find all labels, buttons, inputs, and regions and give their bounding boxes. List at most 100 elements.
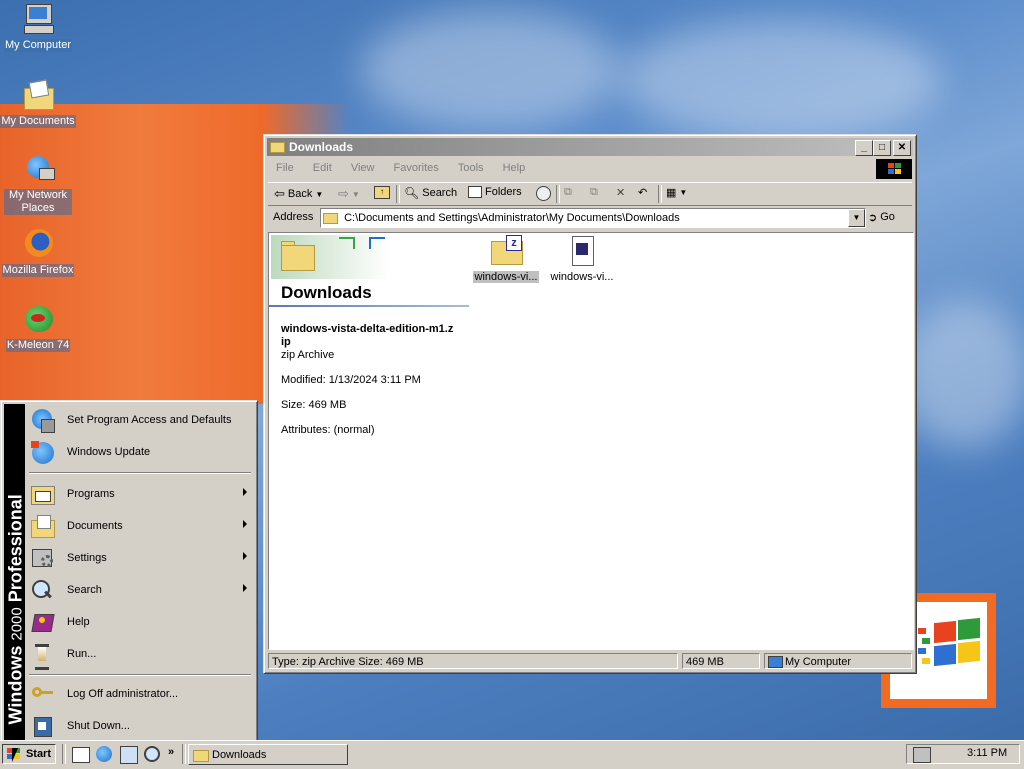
start-button[interactable]: Start: [2, 744, 56, 764]
taskbar-separator: [182, 744, 186, 764]
go-arrow-icon: ➲: [868, 211, 878, 224]
internet-explorer-icon[interactable]: [96, 746, 112, 762]
desktop-icon-my-documents[interactable]: My Documents: [0, 78, 76, 128]
file-item-2[interactable]: windows-vi...: [545, 235, 619, 287]
menu-item-documents[interactable]: Documents: [29, 511, 253, 541]
details-file-type: zip Archive: [281, 349, 335, 361]
folder-content-area[interactable]: Downloads windows-vista-delta-edition-m1…: [268, 232, 914, 650]
desktop-icon-my-network-places[interactable]: My Network Places: [0, 152, 76, 215]
explorer-window[interactable]: Downloads _ □ ✕ File Edit View Favorites…: [263, 134, 917, 674]
move-to-button[interactable]: ⧉: [564, 186, 572, 199]
folder-icon: [270, 140, 285, 153]
menu-help[interactable]: Help: [495, 160, 534, 176]
go-button[interactable]: ➲ Go: [868, 208, 908, 226]
start-label: Start: [25, 748, 51, 760]
menu-item-label: Documents: [67, 520, 123, 532]
folder-banner: Downloads: [269, 233, 469, 307]
address-dropdown-button[interactable]: ▼: [848, 209, 865, 227]
menu-item-help[interactable]: Help: [29, 607, 253, 637]
safely-remove-hardware-icon[interactable]: [913, 747, 931, 763]
search-icon: [29, 577, 55, 603]
menu-item-search[interactable]: Search: [29, 575, 253, 605]
show-desktop-icon[interactable]: [72, 747, 90, 763]
search-button[interactable]: 🔍︎ Search: [404, 186, 457, 200]
desktop-icon-label: My Computer: [3, 39, 73, 52]
file-item-zip[interactable]: z windows-vi...: [471, 235, 541, 287]
standard-toolbar: ⇦ Back ▼ ⇨ ▼ ↑ 🔍︎ Search Folders ⧉ ⧉ ✕ ↶: [268, 182, 912, 206]
move-to-icon: ⧉: [564, 186, 572, 198]
program-access-icon: [29, 407, 55, 433]
back-button[interactable]: ⇦ Back ▼: [274, 186, 323, 202]
close-button[interactable]: ✕: [893, 140, 911, 156]
menu-view[interactable]: View: [343, 160, 383, 176]
details-size: Size: 469 MB: [281, 399, 347, 411]
programs-icon: [29, 481, 55, 507]
taskbar-button-downloads[interactable]: Downloads: [188, 744, 348, 765]
folder-icon: [323, 212, 338, 224]
menu-item-run[interactable]: Run...: [29, 639, 253, 670]
toolbar-separator: [396, 185, 400, 203]
banner-corner-mark: [369, 237, 385, 249]
submenu-arrow-icon: [243, 552, 247, 560]
menu-item-label: Shut Down...: [67, 720, 130, 732]
views-button[interactable]: ▦ ▼: [666, 186, 687, 199]
menu-item-settings[interactable]: Settings: [29, 543, 253, 573]
network-icon: [21, 152, 55, 186]
submenu-arrow-icon: [243, 584, 247, 592]
start-menu[interactable]: Windows 2000 Professional Set Program Ac…: [0, 400, 258, 744]
undo-button[interactable]: ↶: [638, 186, 647, 199]
menu-favorites[interactable]: Favorites: [386, 160, 447, 176]
chevron-more-icon[interactable]: »: [168, 746, 174, 758]
menu-item-log-off[interactable]: Log Off administrator...: [29, 679, 253, 709]
wallpaper-cloud: [360, 10, 620, 130]
back-arrow-icon: ⇦: [274, 186, 285, 201]
menu-file[interactable]: File: [268, 160, 302, 176]
clock[interactable]: 3:11 PM: [967, 747, 1007, 759]
desktop-icon-label: K-Meleon 74: [5, 339, 71, 352]
up-folder-button[interactable]: ↑: [374, 186, 390, 199]
menu-item-programs[interactable]: Programs: [29, 479, 253, 509]
wallpaper-cloud: [900, 300, 1024, 450]
windows-throbber-icon: [876, 159, 912, 179]
views-icon: ▦: [666, 187, 677, 199]
menu-item-set-program-access[interactable]: Set Program Access and Defaults: [29, 405, 253, 435]
history-icon: [536, 186, 551, 201]
menu-edit[interactable]: Edit: [305, 160, 340, 176]
menu-item-label: Settings: [67, 552, 107, 564]
menu-item-label: Windows Update: [67, 446, 151, 458]
status-info: Type: zip Archive Size: 469 MB: [268, 653, 678, 669]
menu-item-windows-update[interactable]: Windows Update: [29, 437, 253, 467]
maximize-button[interactable]: □: [873, 140, 891, 156]
settings-icon: [29, 545, 55, 571]
toolbar-separator: [658, 185, 662, 203]
forward-button[interactable]: ⇨ ▼: [338, 186, 360, 202]
folders-button[interactable]: Folders: [468, 186, 522, 198]
menu-tools[interactable]: Tools: [450, 160, 492, 176]
minimize-button[interactable]: _: [855, 140, 873, 156]
key-icon: [29, 681, 55, 707]
address-label: Address: [273, 211, 314, 223]
address-bar: Address C:\Documents and Settings\Admini…: [268, 207, 912, 229]
desktop-icon-mozilla-firefox[interactable]: Mozilla Firefox: [0, 227, 76, 277]
submenu-arrow-icon: [243, 520, 247, 528]
firefox-icon: [21, 227, 55, 261]
folder-icon: [193, 749, 209, 762]
undo-icon: ↶: [638, 187, 648, 199]
desktop-icon-my-computer[interactable]: My Computer: [0, 2, 76, 52]
menu-item-shut-down[interactable]: Shut Down...: [29, 711, 253, 741]
toolbar-separator: [556, 185, 560, 203]
taskbar: Start » Downloads 3:11 PM: [0, 740, 1024, 769]
banner-underline: [269, 305, 469, 307]
windows-update-icon: [29, 439, 55, 465]
delete-button[interactable]: ✕: [616, 186, 625, 199]
search-label: Search: [422, 187, 458, 199]
copy-to-button[interactable]: ⧉: [590, 186, 598, 199]
history-button[interactable]: [536, 186, 551, 201]
outlook-express-icon[interactable]: [120, 746, 138, 764]
system-tray: 3:11 PM: [906, 744, 1020, 764]
desktop-icon-k-meleon[interactable]: K-Meleon 74: [0, 302, 76, 352]
menu-item-label: Programs: [67, 488, 115, 500]
window-titlebar[interactable]: Downloads _ □ ✕: [267, 138, 913, 156]
search-quicklaunch-icon[interactable]: [144, 746, 160, 762]
address-input[interactable]: C:\Documents and Settings\Administrator\…: [320, 208, 866, 228]
